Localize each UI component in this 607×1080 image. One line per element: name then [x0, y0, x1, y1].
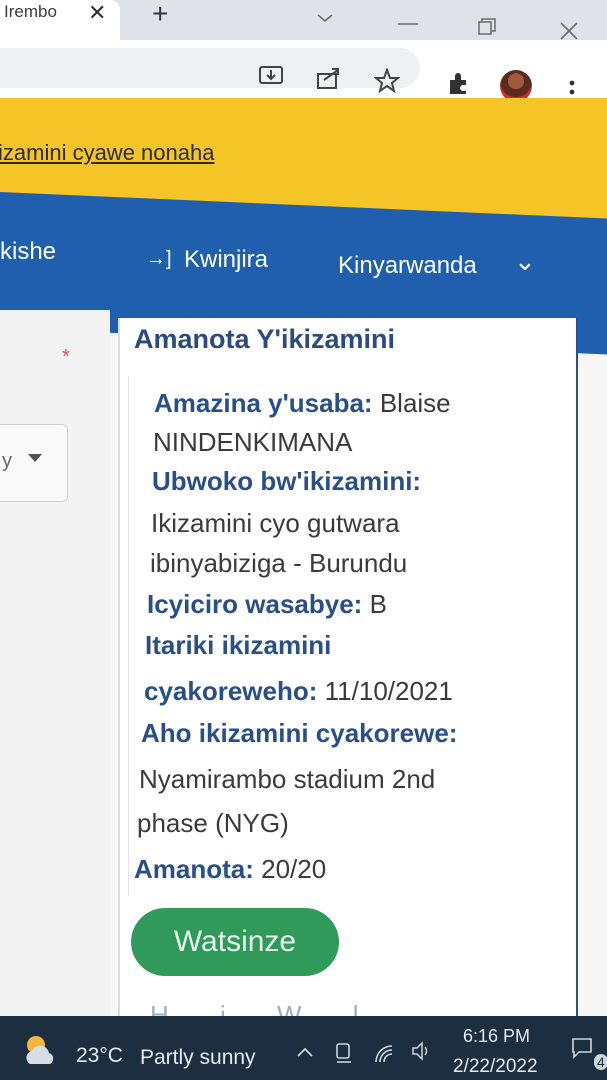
score-label: Amanota:	[134, 854, 254, 884]
exam-type-value: Ikizamini cyo gutwara	[151, 508, 400, 538]
exam-type-label-row: Ubwoko bw'ikizamini:	[152, 466, 421, 497]
category-row: Icyiciro wasabye: B	[147, 589, 387, 620]
close-window-icon[interactable]	[560, 22, 578, 40]
date-label-row: Itariki ikizamini	[145, 630, 331, 661]
wifi-icon[interactable]	[374, 1044, 396, 1064]
date-label: Itariki ikizamini	[145, 630, 332, 660]
notification-count: 4	[594, 1054, 607, 1070]
category-value: B	[369, 589, 387, 619]
login-link[interactable]: Kwinjira	[184, 246, 268, 274]
score-value: 20/20	[261, 854, 327, 884]
chevron-up-icon[interactable]	[296, 1046, 314, 1058]
banner-link[interactable]: izamini cyawe nonaha	[0, 140, 214, 166]
tab-title: Irembo	[4, 2, 57, 21]
card-title: Amanota Y'ikizamini	[134, 324, 395, 354]
minimize-icon[interactable]	[398, 22, 418, 26]
exam-status-button[interactable]: Watsinze	[131, 908, 339, 976]
nav-item-left[interactable]: kishe	[0, 238, 56, 266]
language-selector[interactable]: Kinyarwanda	[338, 252, 477, 280]
bookmark-star-icon[interactable]	[374, 68, 400, 94]
location-value-cont: phase (NYG)	[137, 808, 289, 838]
location-value-row: Nyamirambo stadium 2nd	[139, 764, 435, 795]
applicant-surname: NINDENKIMANA	[153, 427, 353, 457]
notification-icon[interactable]	[570, 1036, 594, 1060]
required-marker: *	[62, 346, 70, 368]
browser-toolbar	[0, 40, 607, 104]
location-value: Nyamirambo stadium 2nd	[139, 764, 436, 794]
address-bar[interactable]	[0, 48, 420, 88]
date-row: cyakoreweho: 11/10/2021	[144, 676, 453, 707]
tab-search-chevron-icon[interactable]	[316, 12, 334, 24]
volume-icon[interactable]	[410, 1040, 432, 1062]
caret-down-icon	[28, 454, 42, 462]
download-icon[interactable]	[258, 64, 284, 90]
location-label-row: Aho ikizamini cyakorewe:	[141, 718, 457, 749]
category-label: Icyiciro wasabye:	[147, 589, 363, 619]
extensions-icon[interactable]	[446, 72, 472, 98]
restore-icon[interactable]	[478, 18, 496, 36]
applicant-value: Blaise	[379, 388, 451, 418]
new-tab-button[interactable]: +	[152, 0, 168, 28]
exam-type-value-row-2: ibinyabiziga - Burundu	[150, 548, 407, 579]
browser-tab[interactable]: Irembo ✕	[0, 0, 120, 40]
share-icon[interactable]	[316, 66, 342, 92]
score-row: Amanota: 20/20	[134, 854, 326, 885]
exam-type-value-cont: ibinyabiziga - Burundu	[150, 548, 408, 578]
clock-time[interactable]: 6:16 PM	[463, 1026, 530, 1047]
browser-tab-strip: Irembo ✕ +	[0, 0, 607, 40]
location-label: Aho ikizamini cyakorewe:	[141, 718, 458, 748]
select-value: y	[2, 450, 12, 472]
partly-sunny-icon[interactable]	[22, 1032, 62, 1068]
exam-type-label: Ubwoko bw'ikizamini:	[152, 466, 422, 496]
date-value: 11/10/2021	[324, 676, 453, 706]
chevron-down-icon[interactable]: ⌄	[514, 246, 536, 277]
applicant-label: Amazina y'usaba:	[154, 388, 373, 418]
close-tab-icon[interactable]: ✕	[88, 0, 106, 26]
applicant-row: Amazina y'usaba: Blaise	[154, 388, 451, 419]
applicant-value-cont: NINDENKIMANA	[153, 427, 352, 458]
login-icon[interactable]: →]	[146, 248, 172, 271]
clock-date[interactable]: 2/22/2022	[453, 1056, 538, 1078]
weather-text[interactable]: Partly sunny	[140, 1046, 256, 1070]
temperature[interactable]: 23°C	[76, 1044, 123, 1068]
exam-type-value-row: Ikizamini cyo gutwara	[151, 508, 400, 539]
form-pane	[0, 310, 110, 1020]
meet-now-icon[interactable]	[334, 1040, 354, 1064]
date-label-cont: cyakoreweho:	[144, 676, 318, 706]
location-value-row-2: phase (NYG)	[137, 808, 289, 839]
